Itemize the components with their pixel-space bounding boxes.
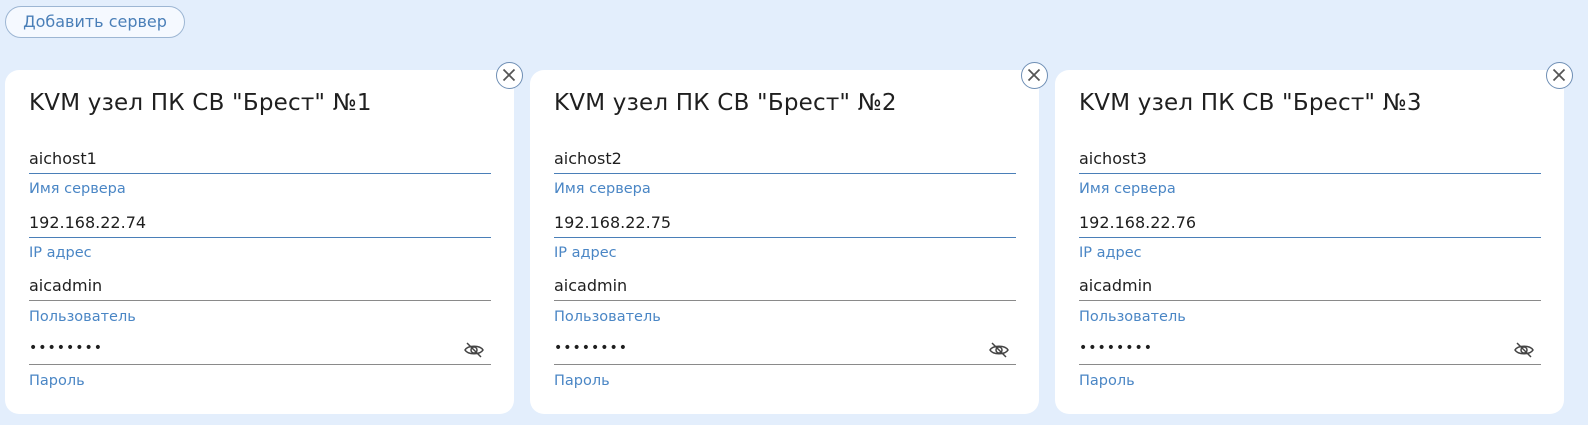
eye-slash-icon[interactable]	[988, 340, 1010, 360]
ip-address-input[interactable]: 192.168.22.76	[1079, 213, 1541, 232]
add-server-button[interactable]: Добавить сервер	[5, 6, 185, 38]
server-card-title: KVM узел ПК СВ "Брест" №1	[29, 90, 372, 116]
password-underline	[29, 364, 491, 365]
ip-address-label: IP адрес	[29, 245, 92, 261]
user-input[interactable]: aicadmin	[554, 276, 1016, 295]
ip-address-underline	[1079, 237, 1541, 238]
ip-address-underline	[554, 237, 1016, 238]
user-label: Пользователь	[1079, 309, 1186, 325]
server-name-label: Имя сервера	[29, 181, 126, 197]
server-name-input[interactable]: aichost1	[29, 149, 491, 168]
password-input[interactable]: ••••••••	[1079, 340, 1541, 356]
password-input[interactable]: ••••••••	[29, 340, 491, 356]
server-name-label: Имя сервера	[554, 181, 651, 197]
password-underline	[554, 364, 1016, 365]
password-label: Пароль	[1079, 373, 1135, 389]
close-icon[interactable]	[1546, 62, 1573, 89]
server-name-underline	[29, 173, 491, 174]
server-name-underline	[1079, 173, 1541, 174]
ip-address-input[interactable]: 192.168.22.75	[554, 213, 1016, 232]
ip-address-underline	[29, 237, 491, 238]
ip-address-label: IP адрес	[554, 245, 617, 261]
password-label: Пароль	[29, 373, 85, 389]
close-icon[interactable]	[496, 62, 523, 89]
servers-page: Добавить сервер KVM узел ПК СВ "Брест" №…	[0, 0, 1588, 425]
password-underline	[1079, 364, 1541, 365]
server-card: KVM узел ПК СВ "Брест" №3 aichost3 Имя с…	[1055, 70, 1564, 414]
user-label: Пользователь	[554, 309, 661, 325]
server-card-title: KVM узел ПК СВ "Брест" №2	[554, 90, 897, 116]
server-name-underline	[554, 173, 1016, 174]
user-label: Пользователь	[29, 309, 136, 325]
server-card: KVM узел ПК СВ "Брест" №2 aichost2 Имя с…	[530, 70, 1039, 414]
user-input[interactable]: aicadmin	[1079, 276, 1541, 295]
eye-slash-icon[interactable]	[1513, 340, 1535, 360]
ip-address-label: IP адрес	[1079, 245, 1142, 261]
user-underline	[554, 300, 1016, 301]
user-input[interactable]: aicadmin	[29, 276, 491, 295]
server-name-input[interactable]: aichost2	[554, 149, 1016, 168]
ip-address-input[interactable]: 192.168.22.74	[29, 213, 491, 232]
server-card: KVM узел ПК СВ "Брест" №1 aichost1 Имя с…	[5, 70, 514, 414]
close-icon[interactable]	[1021, 62, 1048, 89]
user-underline	[1079, 300, 1541, 301]
server-name-label: Имя сервера	[1079, 181, 1176, 197]
server-card-title: KVM узел ПК СВ "Брест" №3	[1079, 90, 1422, 116]
eye-slash-icon[interactable]	[463, 340, 485, 360]
user-underline	[29, 300, 491, 301]
password-input[interactable]: ••••••••	[554, 340, 1016, 356]
server-name-input[interactable]: aichost3	[1079, 149, 1541, 168]
password-label: Пароль	[554, 373, 610, 389]
